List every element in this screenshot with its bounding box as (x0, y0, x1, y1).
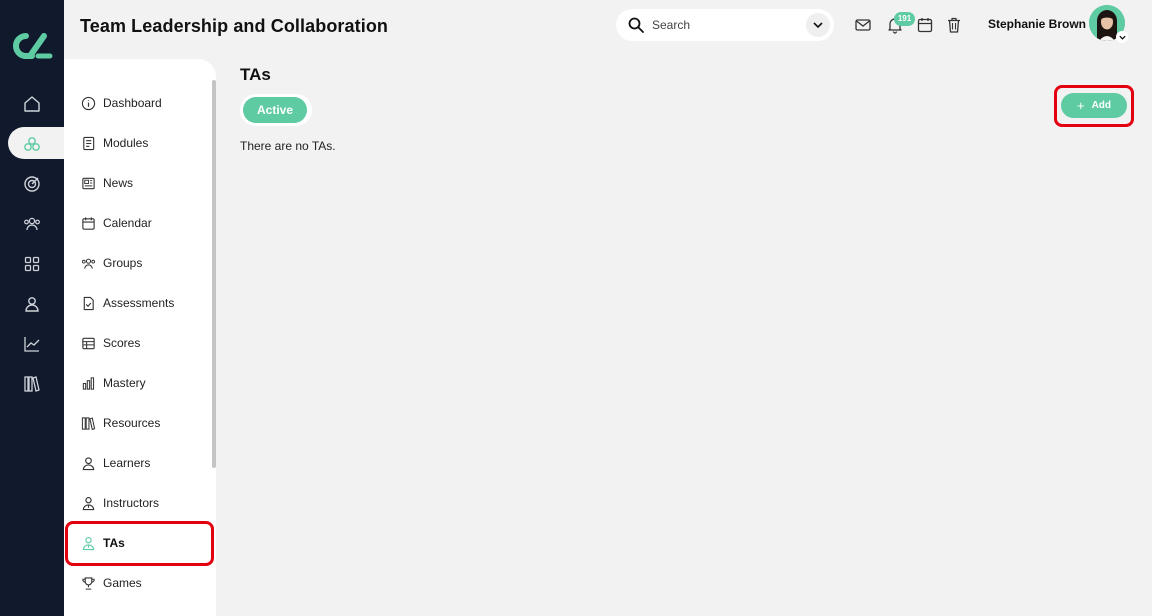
sidebar-item-label: Assessments (103, 296, 175, 310)
bar-chart-icon (80, 375, 96, 391)
sidebar-item-label: Dashboard (103, 96, 162, 110)
trash-icon[interactable] (945, 16, 963, 34)
sidebar-item-label: Games (103, 576, 142, 590)
book-icon (80, 135, 96, 151)
search-scope-dropdown[interactable] (806, 13, 830, 37)
sidebar-item-label: Groups (103, 256, 143, 270)
group-icon (80, 255, 96, 271)
chevron-down-icon (1118, 35, 1126, 40)
plus-icon: + (1076, 98, 1085, 113)
user-icon[interactable] (22, 294, 42, 314)
page-title: TAs (240, 65, 271, 84)
modules-hub-icon[interactable] (22, 134, 42, 154)
trophy-icon (80, 575, 96, 591)
instructor-icon (80, 495, 96, 511)
sidebar-item-label: News (103, 176, 134, 190)
sidebar-item-mastery[interactable]: Mastery (80, 373, 208, 393)
tab-active[interactable]: Active (240, 94, 312, 126)
search-bar[interactable]: Search (616, 9, 834, 41)
highlight-box-tas (65, 521, 214, 566)
search-input[interactable]: Search (652, 18, 690, 32)
sidebar-item-groups[interactable]: Groups (80, 253, 208, 273)
calendar-icon[interactable] (916, 16, 934, 34)
sidebar-item-assessments[interactable]: Assessments (80, 293, 208, 313)
sidebar-item-label: Mastery (103, 376, 146, 390)
notification-count-badge: 191 (894, 12, 915, 26)
info-circle-icon (80, 95, 96, 111)
sidebar-item-learners[interactable]: Learners (80, 453, 208, 473)
add-button-label: Add (1091, 100, 1112, 111)
grid-icon[interactable] (22, 254, 42, 274)
sidebar-item-dashboard[interactable]: Dashboard (80, 93, 208, 113)
chevron-down-icon (813, 22, 823, 29)
profile-menu-toggle[interactable] (1116, 31, 1128, 43)
library-icon (80, 415, 96, 431)
tab-label: Active (243, 97, 307, 123)
checklist-icon (80, 295, 96, 311)
sidebar-item-games[interactable]: Games (80, 573, 208, 593)
sidebar-item-label: Learners (103, 456, 151, 470)
sidebar-item-resources[interactable]: Resources (80, 413, 208, 433)
empty-state-message: There are no TAs. (240, 139, 336, 153)
course-title: Team Leadership and Collaboration (80, 16, 389, 36)
mail-icon[interactable] (854, 16, 872, 34)
brand-logo[interactable] (10, 30, 54, 62)
library-icon[interactable] (22, 374, 42, 394)
sidebar-item-instructors[interactable]: Instructors (80, 493, 208, 513)
sidebar-item-label: Resources (103, 416, 161, 430)
target-icon[interactable] (22, 174, 42, 194)
sidebar-item-modules[interactable]: Modules (80, 133, 208, 153)
table-icon (80, 335, 96, 351)
sidebar-item-news[interactable]: News (80, 173, 208, 193)
newspaper-icon (80, 175, 96, 191)
home-icon[interactable] (22, 94, 42, 114)
search-icon (628, 17, 644, 33)
calendar-icon (80, 215, 96, 231)
sidebar-item-scores[interactable]: Scores (80, 333, 208, 353)
sidebar-item-label: Scores (103, 336, 141, 350)
sidebar-item-label: Calendar (103, 216, 152, 230)
user-icon (80, 455, 96, 471)
sidebar-scrollbar[interactable] (212, 80, 216, 468)
sidebar-item-calendar[interactable]: Calendar (80, 213, 208, 233)
sidebar-item-label: Instructors (103, 496, 160, 510)
chart-icon[interactable] (22, 334, 42, 354)
user-name[interactable]: Stephanie Brown (988, 17, 1086, 31)
people-icon[interactable] (22, 214, 42, 234)
add-ta-button[interactable]: + Add (1061, 93, 1127, 118)
sidebar-item-label: Modules (103, 136, 149, 150)
